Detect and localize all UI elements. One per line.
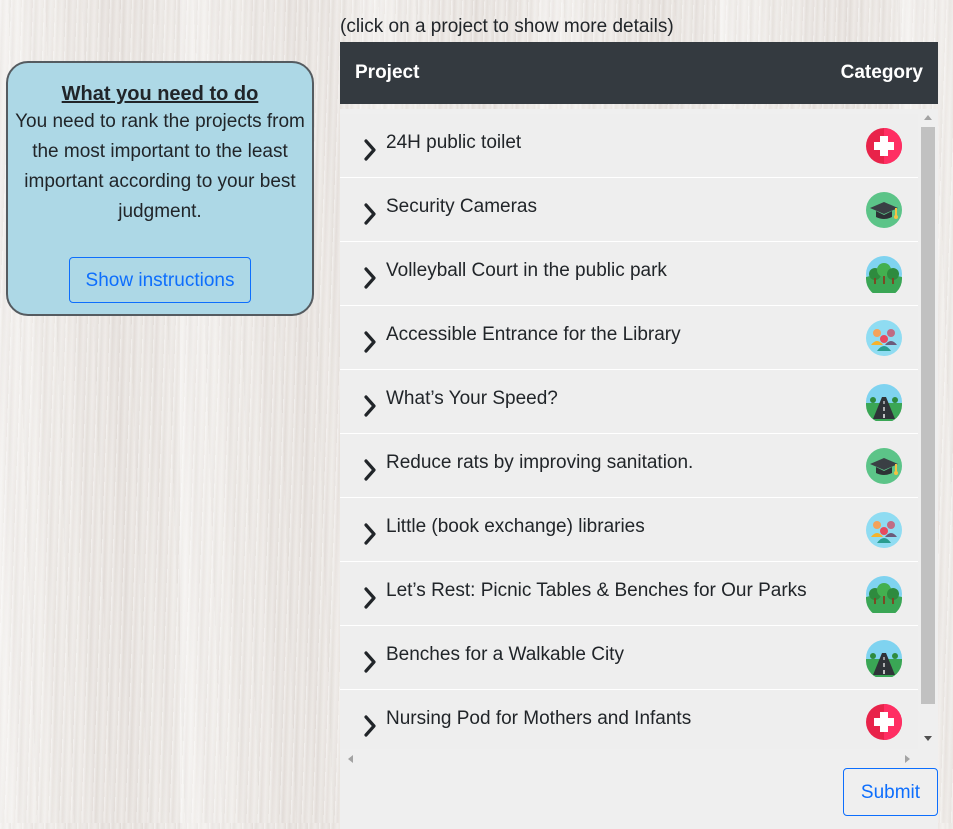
project-row[interactable]: Let’s Rest: Picnic Tables & Benches for …	[340, 562, 918, 626]
scrollbar-thumb[interactable]	[921, 127, 935, 704]
chevron-right-icon[interactable]	[360, 586, 380, 609]
health-cross-icon	[865, 127, 903, 165]
project-name: Volleyball Court in the public park	[386, 259, 667, 281]
scroll-up-arrow-icon[interactable]	[924, 115, 932, 120]
project-row[interactable]: Benches for a Walkable City	[340, 626, 918, 690]
scroll-right-arrow-icon[interactable]	[905, 755, 910, 763]
project-row[interactable]: Volleyball Court in the public park	[340, 242, 918, 306]
education-cap-icon	[865, 447, 903, 485]
task-info-title: What you need to do	[61, 83, 259, 105]
project-row[interactable]: Nursing Pod for Mothers and Infants	[340, 690, 918, 754]
horizontal-scrollbar[interactable]	[340, 749, 918, 769]
vertical-scrollbar[interactable]	[918, 109, 938, 749]
project-row[interactable]: Little (book exchange) libraries	[340, 498, 918, 562]
click-hint: (click on a project to show more details…	[340, 16, 674, 37]
project-name: Let’s Rest: Picnic Tables & Benches for …	[386, 579, 807, 601]
streets-road-icon	[865, 383, 903, 421]
show-instructions-button[interactable]: Show instructions	[68, 257, 252, 303]
chevron-right-icon[interactable]	[360, 650, 380, 673]
projects-table: Project Category 24H public toilet Securi…	[340, 42, 938, 829]
chevron-right-icon[interactable]	[360, 266, 380, 289]
task-info-text: You need to rank the projects from the m…	[15, 111, 305, 222]
project-name: What’s Your Speed?	[386, 387, 558, 409]
chevron-right-icon[interactable]	[360, 330, 380, 353]
streets-road-icon	[865, 639, 903, 677]
project-name: Reduce rats by improving sanitation.	[386, 451, 694, 473]
chevron-right-icon[interactable]	[360, 458, 380, 481]
column-header-project: Project	[355, 62, 420, 83]
chevron-right-icon[interactable]	[360, 714, 380, 737]
table-header: Project Category	[340, 42, 938, 104]
project-name: Little (book exchange) libraries	[386, 515, 645, 537]
projects-list: 24H public toilet Security Cameras Volleyb…	[340, 114, 918, 754]
community-people-icon	[865, 319, 903, 357]
column-header-category: Category	[840, 62, 923, 83]
chevron-right-icon[interactable]	[360, 394, 380, 417]
community-people-icon	[865, 511, 903, 549]
chevron-right-icon[interactable]	[360, 522, 380, 545]
projects-scroll-area[interactable]: 24H public toilet Security Cameras Volleyb…	[340, 109, 938, 829]
parks-trees-icon	[865, 255, 903, 293]
project-row[interactable]: What’s Your Speed?	[340, 370, 918, 434]
project-name: Accessible Entrance for the Library	[386, 323, 681, 345]
project-row[interactable]: Security Cameras	[340, 178, 918, 242]
parks-trees-icon	[865, 575, 903, 613]
task-info-card: What you need to do You need to rank the…	[6, 61, 314, 316]
scroll-left-arrow-icon[interactable]	[348, 755, 353, 763]
project-name: Benches for a Walkable City	[386, 643, 624, 665]
project-row[interactable]: 24H public toilet	[340, 114, 918, 178]
submit-button[interactable]: Submit	[843, 768, 938, 816]
chevron-right-icon[interactable]	[360, 138, 380, 161]
health-cross-icon	[865, 703, 903, 741]
project-row[interactable]: Accessible Entrance for the Library	[340, 306, 918, 370]
scroll-down-arrow-icon[interactable]	[924, 736, 932, 741]
project-name: Nursing Pod for Mothers and Infants	[386, 707, 692, 729]
project-name: 24H public toilet	[386, 131, 522, 153]
project-row[interactable]: Reduce rats by improving sanitation.	[340, 434, 918, 498]
project-name: Security Cameras	[386, 195, 537, 217]
education-cap-icon	[865, 191, 903, 229]
chevron-right-icon[interactable]	[360, 202, 380, 225]
